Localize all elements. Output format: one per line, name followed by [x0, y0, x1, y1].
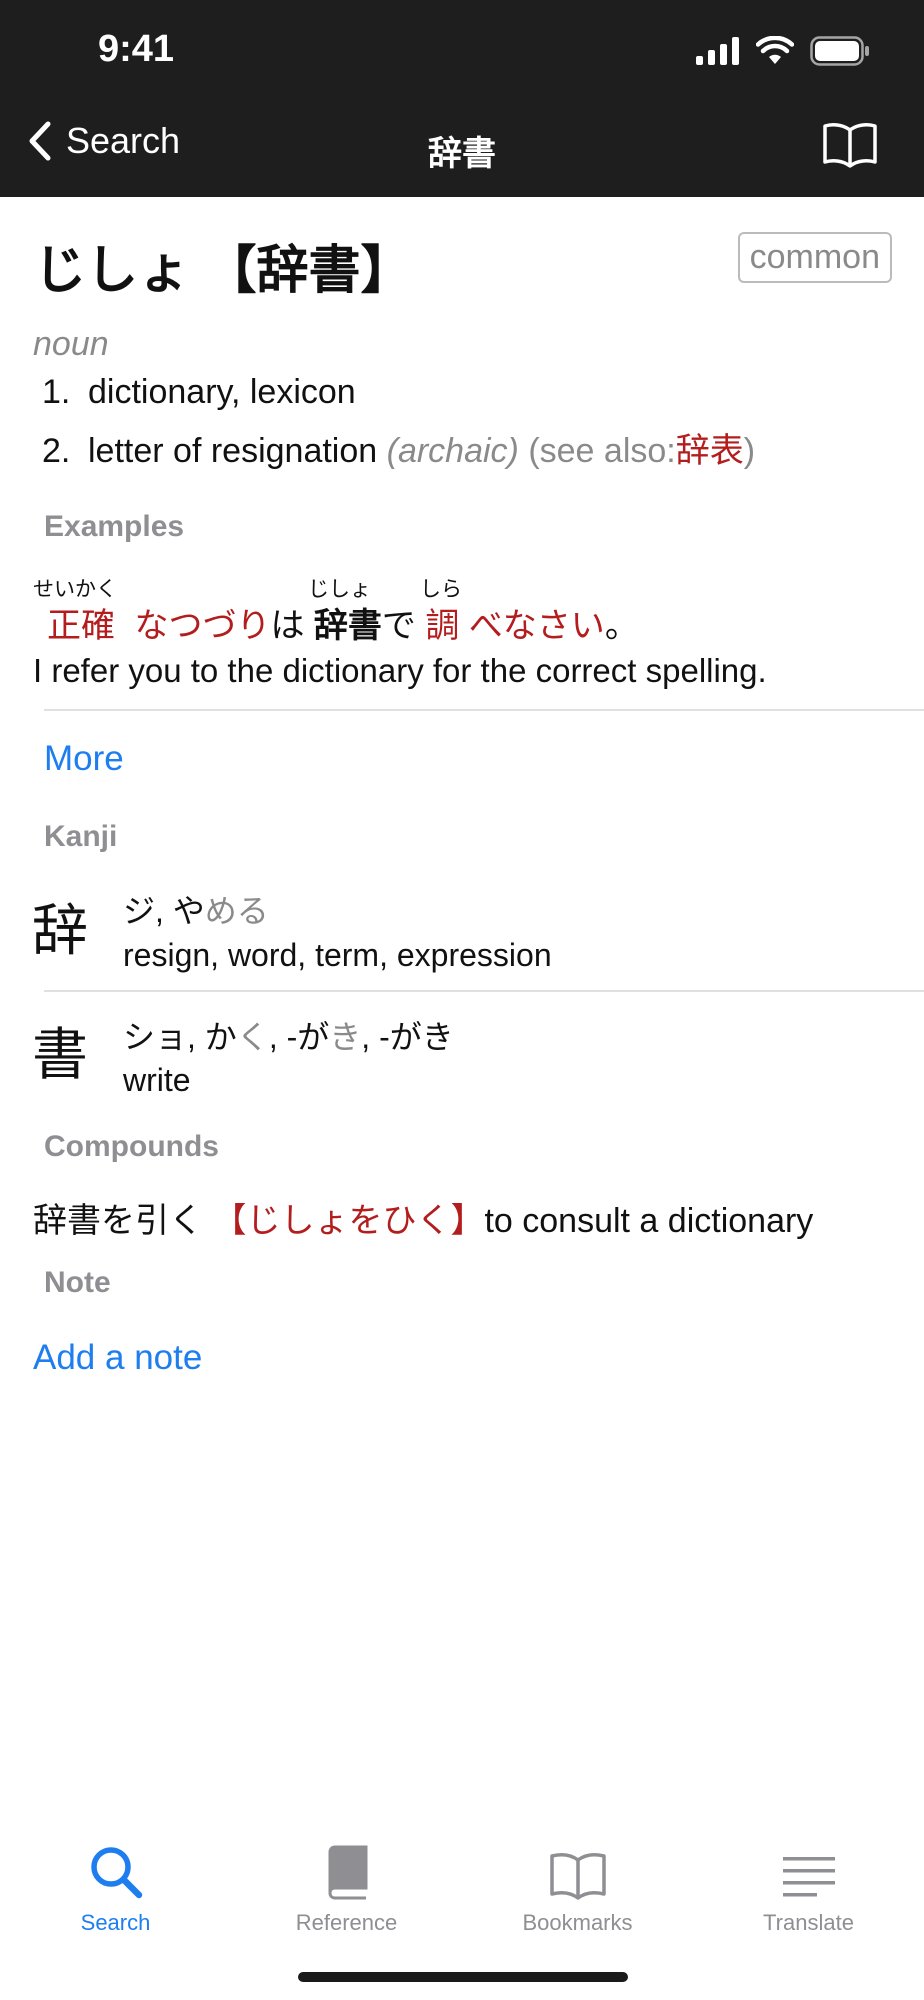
example-particle: で — [381, 607, 416, 645]
kanji-meaning: write — [123, 1062, 191, 1098]
wifi-icon — [756, 36, 794, 64]
kanji-meaning: resign, word, term, expression — [123, 937, 552, 973]
add-note-link[interactable]: Add a note — [33, 1338, 202, 1378]
sense-1: 1. dictionary, lexicon — [42, 373, 356, 412]
bookmarks-icon — [549, 1853, 606, 1900]
tab-label: Reference — [295, 1910, 398, 1935]
see-also-suffix: ) — [743, 432, 756, 470]
battery-icon — [810, 36, 869, 66]
tab-search[interactable]: Search — [0, 1820, 231, 1936]
examples-header: Examples — [44, 510, 185, 543]
example-word: 正確 — [47, 607, 115, 645]
tab-reference[interactable]: Reference — [231, 1820, 462, 1936]
bookmark-book-button[interactable] — [822, 122, 878, 173]
tab-translate[interactable]: Translate — [693, 1820, 924, 1936]
see-also-prefix: (see also: — [528, 432, 676, 470]
kanji-okurigana: める — [204, 893, 269, 929]
top-bar: 9:41 Search 辞書 — [0, 0, 924, 197]
nav-title: 辞書 — [428, 135, 496, 173]
divider — [44, 990, 924, 992]
divider — [44, 709, 924, 711]
kanji-reading: ジ, や — [123, 893, 205, 929]
sense-number: 2. — [42, 432, 71, 470]
kanji-character[interactable]: 書 — [32, 1010, 88, 1091]
example-word: 調 — [425, 607, 460, 645]
sense-gloss: dictionary, lexicon — [88, 373, 356, 411]
common-badge: common — [737, 232, 892, 283]
sense-2: 2. letter of resignation (archaic) (see a… — [42, 423, 755, 472]
kanji-readings: ジ, やめる — [123, 886, 269, 932]
tab-label: Bookmarks — [522, 1910, 633, 1935]
tab-label: Search — [80, 1910, 151, 1935]
sense-note: (archaic) — [386, 432, 519, 470]
kanji-character[interactable]: 辞 — [32, 886, 88, 967]
tab-label: Translate — [763, 1910, 854, 1935]
example-word: べなさい — [468, 607, 605, 645]
compounds-header: Compounds — [44, 1130, 219, 1163]
kanji-reading: , -が — [268, 1019, 330, 1055]
sense-number: 1. — [42, 373, 71, 411]
part-of-speech: noun — [33, 325, 109, 363]
tab-bookmarks[interactable]: Bookmarks — [462, 1820, 693, 1936]
compound-reading: 【じしょをひく】 — [212, 1202, 485, 1240]
example-period: 。 — [604, 607, 639, 645]
compound-item[interactable]: 辞書を引く 【じしょをひく】to consult a dictionary — [33, 1193, 813, 1242]
kanji-reading: ショ, か — [123, 1019, 237, 1055]
reference-book-icon — [327, 1845, 367, 1900]
compound-meaning: to consult a dictionary — [484, 1202, 814, 1240]
status-time: 9:41 — [98, 28, 175, 70]
example-word: なつづり — [134, 607, 271, 645]
example-headword: 辞書 — [313, 607, 382, 645]
see-also-link[interactable]: 辞表 — [676, 432, 744, 470]
compound-word: 辞書を引く — [33, 1202, 203, 1240]
example-particle: は — [270, 607, 305, 645]
kanji-okurigana: き — [329, 1019, 362, 1055]
more-examples-link[interactable]: More — [44, 739, 124, 779]
note-header: Note — [44, 1266, 111, 1299]
entry-heading: じしょ 【辞書】 — [34, 228, 412, 303]
open-book-icon — [823, 123, 877, 168]
kanji-reading: , -がき — [361, 1019, 454, 1055]
home-indicator — [298, 1972, 628, 1982]
kanji-header: Kanji — [44, 820, 118, 853]
example-translation: I refer you to the dictionary for the co… — [33, 652, 767, 689]
example-sentence: 正確 なつづりは 辞書で 調 べなさい。 — [33, 598, 639, 647]
sense-gloss: letter of resignation — [88, 432, 378, 470]
entry-headword: 【辞書】 — [204, 242, 413, 300]
entry-reading: じしょ — [34, 242, 191, 300]
translate-lines-icon — [782, 1857, 835, 1897]
cellular-signal-icon — [696, 37, 739, 65]
search-icon — [90, 1847, 142, 1899]
kanji-readings: ショ, かく, -がき, -がき — [123, 1012, 454, 1058]
kanji-okurigana: く — [236, 1019, 269, 1055]
status-icons — [696, 36, 870, 66]
